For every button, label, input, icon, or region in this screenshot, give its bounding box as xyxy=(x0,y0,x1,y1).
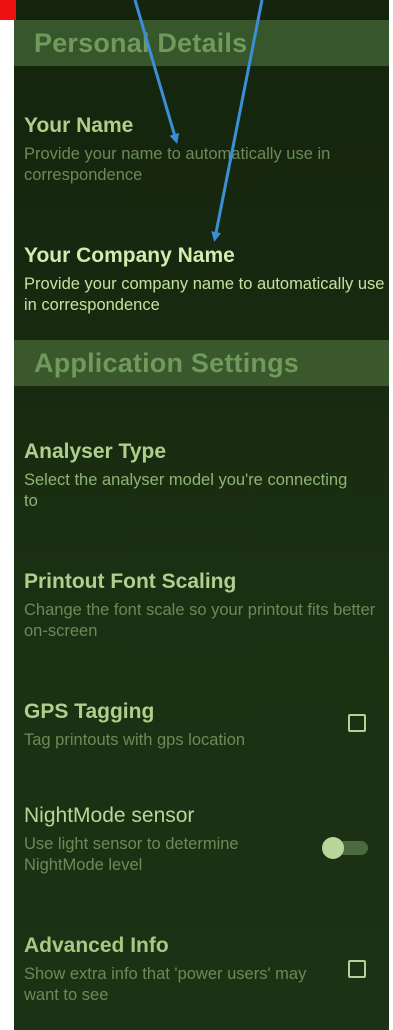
pref-summary: Provide your name to automatically use i… xyxy=(24,145,331,184)
pref-title: Advanced Info xyxy=(24,934,169,957)
section-header-personal-details: Personal Details xyxy=(14,20,389,66)
pref-summary: Change the font scale so your printout f… xyxy=(24,601,376,640)
pref-summary: Use light sensor to determine NightMode … xyxy=(24,835,239,874)
pref-gps-tagging[interactable]: GPS Tagging Tag printouts with gps locat… xyxy=(14,700,389,760)
section-title: Application Settings xyxy=(34,348,300,378)
pref-printout-font-scaling[interactable]: Printout Font Scaling Change the font sc… xyxy=(14,570,389,654)
pref-your-name[interactable]: Your Name Provide your name to automatic… xyxy=(14,114,389,200)
pref-title: NightMode sensor xyxy=(24,804,195,827)
pref-title: Analyser Type xyxy=(24,440,167,463)
pref-title: Your Name xyxy=(24,114,134,137)
section-header-application-settings: Application Settings xyxy=(14,340,389,386)
gps-tagging-checkbox[interactable] xyxy=(348,714,366,732)
settings-screen: Personal Details Your Name Provide your … xyxy=(14,0,389,1030)
pref-summary: Show extra info that 'power users' may w… xyxy=(24,965,307,1004)
pref-summary: Select the analyser model you're connect… xyxy=(24,471,348,510)
pref-summary: Tag printouts with gps location xyxy=(24,731,246,749)
pref-nightmode-sensor[interactable]: NightMode sensor Use light sensor to det… xyxy=(14,804,389,890)
pref-company-name[interactable]: Your Company Name Provide your company n… xyxy=(14,244,389,332)
section-title: Personal Details xyxy=(34,28,248,58)
pref-title: Your Company Name xyxy=(24,244,235,267)
pref-advanced-info[interactable]: Advanced Info Show extra info that 'powe… xyxy=(14,934,389,1020)
switch-thumb xyxy=(322,837,344,859)
nightmode-toggle-switch[interactable] xyxy=(322,836,370,860)
advanced-info-checkbox[interactable] xyxy=(348,960,366,978)
annotation-red-mark xyxy=(0,0,16,20)
pref-analyser-type[interactable]: Analyser Type Select the analyser model … xyxy=(14,440,389,524)
pref-title: Printout Font Scaling xyxy=(24,570,237,593)
pref-title: GPS Tagging xyxy=(24,700,155,723)
pref-summary: Provide your company name to automatical… xyxy=(24,275,385,314)
